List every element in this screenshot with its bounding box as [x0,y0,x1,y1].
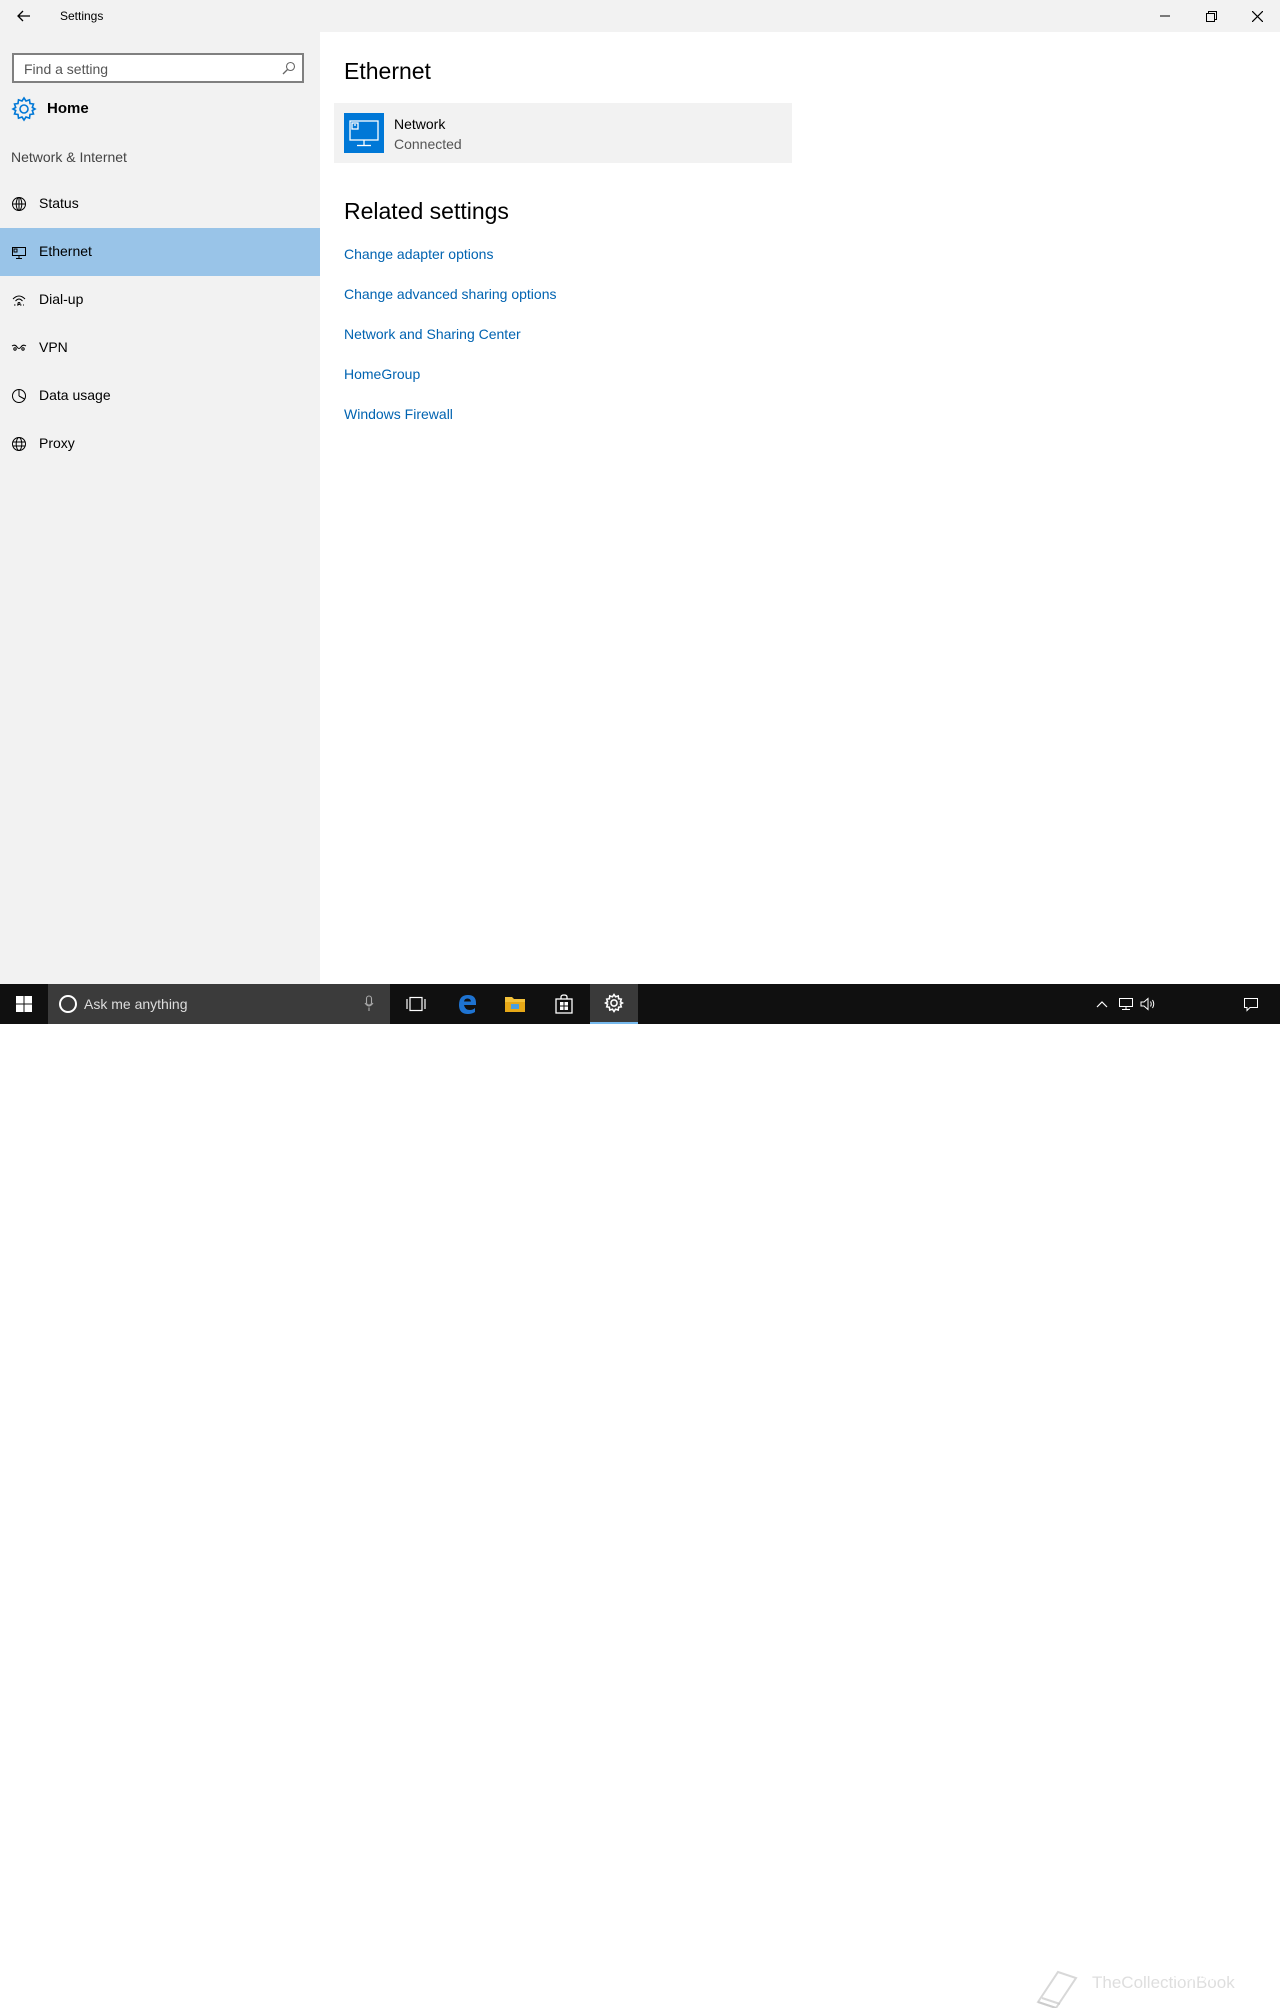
sidebar-item-label: VPN [39,339,68,355]
link-network-and-sharing-center[interactable]: Network and Sharing Center [344,326,521,342]
gear-icon [11,96,37,122]
monitor-network-icon [344,113,384,153]
ethernet-tray-icon [1119,998,1133,1010]
restore-icon [1205,10,1217,22]
cortana-placeholder: Ask me anything [84,996,188,1012]
link-change-advanced-sharing-options[interactable]: Change advanced sharing options [344,286,557,302]
vpn-icon [11,340,27,356]
sidebar: Home Network & Internet Status Ethernet … [0,32,320,984]
clock[interactable]: 9:57 AM 5/23/2016 [1160,1971,1230,2001]
sidebar-item-ethernet[interactable]: Ethernet [0,228,320,276]
sidebar-item-label: Ethernet [39,243,92,259]
network-tile[interactable]: Network Connected [334,103,792,163]
close-button[interactable] [1234,0,1280,32]
sidebar-item-label: Dial-up [39,291,84,307]
home-link[interactable]: Home [0,92,320,126]
clock-time: 9:57 AM [1174,1972,1216,1984]
arrow-left-icon [17,10,30,22]
action-center-button[interactable] [1238,984,1264,1024]
search-input[interactable] [24,59,274,79]
minimize-icon [1160,15,1170,17]
network-name: Network [394,116,446,132]
show-hidden-icons-button[interactable] [1092,984,1112,1024]
data-usage-icon [11,388,27,404]
page-title: Ethernet [344,58,431,84]
settings-taskbar-button[interactable] [590,984,638,1024]
section-title: Network & Internet [11,149,127,165]
edge-button[interactable] [443,984,491,1024]
sidebar-item-label: Proxy [39,435,75,451]
link-change-adapter-options[interactable]: Change adapter options [344,246,493,262]
start-button[interactable] [0,984,48,1024]
related-settings-title: Related settings [344,198,509,224]
store-icon [555,994,573,1014]
book-watermark-icon [1036,1970,1078,2008]
network-status: Connected [394,136,462,152]
title-bar: Settings [0,0,1280,32]
sidebar-item-label: Status [39,195,79,211]
home-label: Home [47,100,89,117]
clock-date: 5/23/2016 [1170,1987,1220,1999]
file-explorer-button[interactable] [491,984,539,1024]
sidebar-item-proxy[interactable]: Proxy [0,420,320,468]
network-tray-button[interactable] [1116,984,1136,1024]
speaker-icon [1140,997,1155,1011]
cortana-search[interactable]: Ask me anything [48,984,390,1024]
window-title: Settings [60,9,104,23]
windows-logo-icon [16,996,32,1012]
sidebar-item-vpn[interactable]: VPN [0,324,320,372]
notification-icon [1244,998,1258,1012]
back-button[interactable] [0,0,48,32]
chevron-up-icon [1096,1001,1108,1008]
search-box[interactable] [12,53,304,83]
task-view-button[interactable] [392,984,440,1024]
sidebar-item-dialup[interactable]: Dial-up [0,276,320,324]
sidebar-item-data-usage[interactable]: Data usage [0,372,320,420]
link-windows-firewall[interactable]: Windows Firewall [344,406,453,422]
search-icon[interactable] [282,61,296,75]
minimize-button[interactable] [1142,0,1188,32]
microphone-icon[interactable] [364,995,374,1013]
dialup-icon [11,292,27,308]
edge-icon [459,995,476,1014]
close-icon [1251,10,1263,22]
sidebar-item-label: Data usage [39,387,111,403]
globe-icon [11,436,27,452]
sidebar-item-status[interactable]: Status [0,180,320,228]
ethernet-icon [11,244,27,260]
store-button[interactable] [540,984,588,1024]
folder-icon [505,997,525,1012]
globe-status-icon [11,196,27,212]
gear-icon [604,993,624,1013]
restore-button[interactable] [1188,0,1234,32]
volume-tray-button[interactable] [1138,984,1158,1024]
taskbar: Ask me anything TheCollectionBook 9:57 A… [0,984,1280,2008]
cortana-icon [59,995,77,1013]
task-view-icon [406,996,426,1012]
link-homegroup[interactable]: HomeGroup [344,366,420,382]
